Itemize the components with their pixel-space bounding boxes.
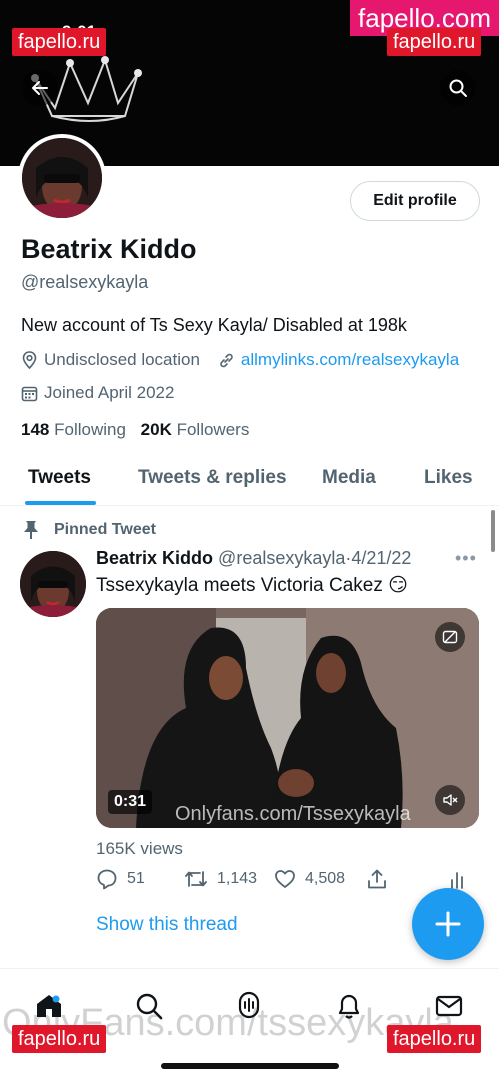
bell-icon — [338, 994, 360, 1019]
home-icon — [37, 995, 61, 1017]
search-icon — [449, 79, 467, 97]
calendar-icon — [21, 385, 38, 402]
profile-bio: New account of Ts Sexy Kayla/ Disabled a… — [21, 315, 407, 335]
nav-search[interactable] — [133, 990, 165, 1022]
link-icon — [218, 352, 235, 369]
followers-label: Followers — [176, 420, 250, 439]
nav-messages[interactable] — [433, 990, 465, 1022]
heart-icon — [275, 870, 295, 888]
tweet-views: 165K views — [96, 839, 183, 858]
reply-count: 51 — [127, 870, 145, 887]
more-options-icon[interactable]: ••• — [455, 548, 477, 569]
caption-icon — [442, 630, 458, 644]
tweet-text: Tssexykayla meets Victoria Cakez 😏 — [96, 575, 408, 596]
home-indicator[interactable] — [161, 1063, 339, 1069]
joined-row: Joined April 2022 — [21, 383, 174, 403]
video-duration: 0:31 — [108, 790, 153, 814]
followers-count: 20K — [140, 420, 172, 439]
follow-counts: 148 Following 20K Followers — [21, 420, 249, 440]
retweet-button[interactable]: 1,143 — [184, 868, 257, 890]
tweet-header: Beatrix Kiddo @realsexykayla·4/21/22 — [96, 548, 411, 569]
like-button[interactable]: 4,508 — [274, 868, 345, 890]
following-link[interactable]: 148 Following — [21, 420, 126, 439]
tab-tweets-replies[interactable]: Tweets & replies — [138, 467, 287, 489]
tweet-author-handle[interactable]: @realsexykayla — [218, 548, 345, 568]
tab-likes[interactable]: Likes — [424, 467, 473, 489]
analytics-icon — [451, 872, 463, 889]
reply-icon — [97, 869, 117, 890]
arrow-left-icon — [32, 81, 48, 95]
plus-icon — [435, 911, 461, 937]
followers-link[interactable]: 20K Followers — [141, 420, 250, 439]
reply-button[interactable]: 51 — [96, 868, 145, 890]
retweet-count: 1,143 — [217, 870, 258, 887]
following-label: Following — [54, 420, 126, 439]
tab-media[interactable]: Media — [322, 467, 376, 489]
edit-profile-button[interactable]: Edit profile — [350, 181, 480, 221]
display-name: Beatrix Kiddo — [21, 234, 197, 264]
profile-avatar[interactable] — [18, 134, 106, 222]
pinned-text: Pinned Tweet — [54, 521, 156, 538]
microphone-icon — [238, 991, 260, 1019]
mute-button[interactable] — [435, 785, 465, 815]
pinned-tweet-label: Pinned Tweet — [22, 520, 156, 540]
tab-tweets[interactable]: Tweets — [28, 467, 91, 489]
analytics-button[interactable] — [448, 868, 477, 890]
bottom-nav-divider — [0, 968, 499, 969]
search-button[interactable] — [440, 70, 476, 106]
speaker-muted-icon — [443, 794, 458, 806]
user-handle: @realsexykayla — [21, 272, 149, 292]
nav-notifications[interactable] — [333, 990, 365, 1022]
retweet-icon — [185, 871, 207, 887]
video-watermark: Onlyfans.com/Tssexykayla — [175, 803, 411, 825]
following-count: 148 — [21, 420, 50, 439]
location-text: Undisclosed location — [44, 350, 200, 369]
location-pin-icon — [21, 351, 38, 369]
site-tag-watermark: fapello.ru — [12, 28, 107, 56]
scrollbar[interactable] — [491, 510, 495, 552]
back-button[interactable] — [22, 70, 58, 106]
site-tag-watermark: fapello.ru — [12, 1025, 107, 1053]
compose-tweet-button[interactable] — [412, 888, 484, 960]
like-count: 4,508 — [305, 870, 346, 887]
site-tag-watermark: fapello.ru — [387, 1025, 482, 1053]
tweet-author-avatar[interactable] — [20, 551, 86, 617]
active-tab-indicator — [25, 501, 96, 505]
profile-meta-row: Undisclosed location allmylinks.com/real… — [21, 350, 459, 370]
alt-text-button[interactable] — [435, 622, 465, 652]
pin-icon — [22, 520, 40, 540]
search-icon — [136, 993, 163, 1020]
profile-tabs: Tweets Tweets & replies Media Likes — [0, 452, 499, 506]
show-thread-link[interactable]: Show this thread — [96, 914, 238, 936]
tweet-actions: 51 1,143 4,508 — [96, 868, 476, 894]
site-tag-watermark: fapello.ru — [387, 28, 482, 56]
profile-link[interactable]: allmylinks.com/realsexykayla — [241, 350, 459, 370]
tweet-author-name[interactable]: Beatrix Kiddo — [96, 548, 213, 568]
envelope-icon — [435, 995, 463, 1017]
share-icon — [368, 869, 386, 889]
joined-text: Joined April 2022 — [44, 383, 175, 402]
share-button[interactable] — [366, 868, 397, 890]
tweet-date[interactable]: 4/21/22 — [351, 548, 411, 568]
nav-home[interactable] — [33, 990, 65, 1022]
tweet-video[interactable] — [96, 608, 479, 828]
nav-spaces[interactable] — [233, 990, 265, 1022]
